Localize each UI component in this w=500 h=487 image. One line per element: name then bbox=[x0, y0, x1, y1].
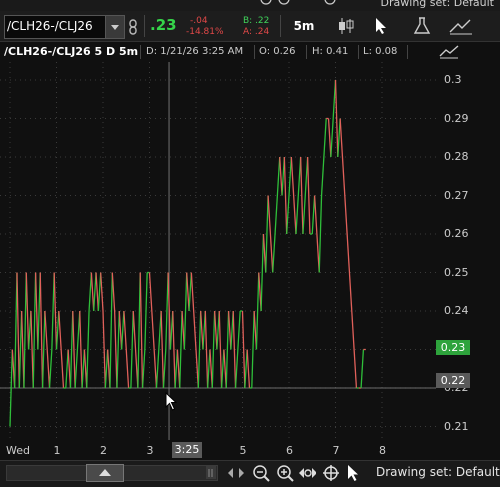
header-divider bbox=[407, 45, 408, 59]
drawing-set-partial-label: Drawing set: Default bbox=[380, 0, 494, 9]
price-tick-label: 0.3 bbox=[444, 73, 462, 86]
zoom-in-icon[interactable] bbox=[276, 464, 294, 482]
ask-value: A: .24 bbox=[243, 27, 270, 37]
top-strip: Drawing set: Default bbox=[0, 0, 500, 11]
zoom-out-icon[interactable] bbox=[252, 464, 270, 482]
aggregation-button[interactable]: 5m bbox=[286, 16, 322, 36]
time-tick-label: Wed bbox=[6, 444, 30, 457]
pan-horizontal-icon[interactable] bbox=[298, 464, 316, 482]
net-change: -.04 bbox=[190, 16, 208, 26]
header-divider bbox=[358, 45, 359, 59]
mouse-cursor-icon bbox=[165, 392, 178, 411]
time-tick-label: 3 bbox=[146, 444, 154, 457]
scrollbar-grip[interactable] bbox=[206, 465, 216, 479]
time-axis[interactable]: Wed12345678 bbox=[0, 440, 436, 460]
price-tick-label: 0.27 bbox=[444, 188, 469, 202]
header-open: O: 0.26 bbox=[259, 46, 296, 57]
toolbar-divider bbox=[144, 15, 145, 37]
price-tick-label: 0.26 bbox=[444, 227, 469, 240]
time-tick-label: 7 bbox=[332, 444, 340, 457]
last-price-tag: 0.23 bbox=[436, 340, 470, 355]
toolbar: /CLH26-/CLJ26 .23 -.04 -14.81% B: .22 A:… bbox=[0, 11, 500, 42]
partial-toolbar-icons bbox=[260, 0, 336, 5]
time-tick-label: 8 bbox=[379, 444, 386, 457]
bid-value: B: .22 bbox=[243, 16, 270, 26]
scroll-to-end-button[interactable] bbox=[86, 464, 124, 482]
candle-style-icon[interactable] bbox=[334, 16, 358, 36]
crosshair-price-tag: 0.22 bbox=[436, 373, 470, 388]
header-date: D: 1/21/26 3:25 AM bbox=[146, 46, 244, 57]
price-tick-label: 0.24 bbox=[444, 304, 469, 317]
toolbar-divider bbox=[280, 15, 281, 37]
header-high: H: 0.41 bbox=[312, 46, 349, 57]
price-tick-label: 0.28 bbox=[444, 150, 469, 163]
drawing-set-label[interactable]: Drawing set: Default bbox=[376, 465, 500, 479]
header-low: L: 0.08 bbox=[363, 46, 398, 57]
cursor-arrow-icon[interactable] bbox=[370, 16, 394, 36]
bottom-bar: Drawing set: Default bbox=[0, 460, 500, 487]
header-divider bbox=[140, 45, 141, 59]
time-tick-label: 2 bbox=[100, 444, 107, 457]
last-price: .23 bbox=[150, 16, 177, 34]
header-divider bbox=[306, 45, 307, 59]
chart-header: /CLH26-/CLJ26 5 D 5m D: 1/21/26 3:25 AM … bbox=[0, 42, 436, 62]
symbol-text: /CLH26-/CLJ26 bbox=[7, 19, 93, 33]
time-tick-label: 5 bbox=[239, 444, 247, 457]
drawing-tools-icon[interactable] bbox=[448, 16, 472, 36]
flask-study-icon[interactable] bbox=[410, 16, 434, 36]
price-tick-label: 0.29 bbox=[444, 111, 469, 125]
scroll-right-icon[interactable] bbox=[232, 464, 250, 482]
link-chain-icon[interactable] bbox=[127, 19, 139, 35]
cursor-pointer-icon[interactable] bbox=[344, 464, 362, 482]
price-tick-label: 0.25 bbox=[444, 265, 469, 279]
crosshair-time-tag: 3:25 bbox=[172, 442, 202, 458]
price-chart[interactable] bbox=[0, 62, 436, 440]
crosshair-icon[interactable] bbox=[322, 464, 340, 482]
time-tick-label: 1 bbox=[53, 444, 61, 457]
time-tick-label: 6 bbox=[286, 444, 293, 457]
percent-change: -14.81% bbox=[186, 27, 224, 37]
price-axis-settings-icon[interactable] bbox=[438, 44, 460, 60]
chart-title: /CLH26-/CLJ26 5 D 5m bbox=[4, 45, 139, 58]
symbol-dropdown-button[interactable] bbox=[105, 15, 125, 39]
price-tick-label: 0.21 bbox=[444, 419, 469, 433]
symbol-input[interactable]: /CLH26-/CLJ26 bbox=[4, 15, 106, 39]
header-divider bbox=[254, 45, 255, 59]
